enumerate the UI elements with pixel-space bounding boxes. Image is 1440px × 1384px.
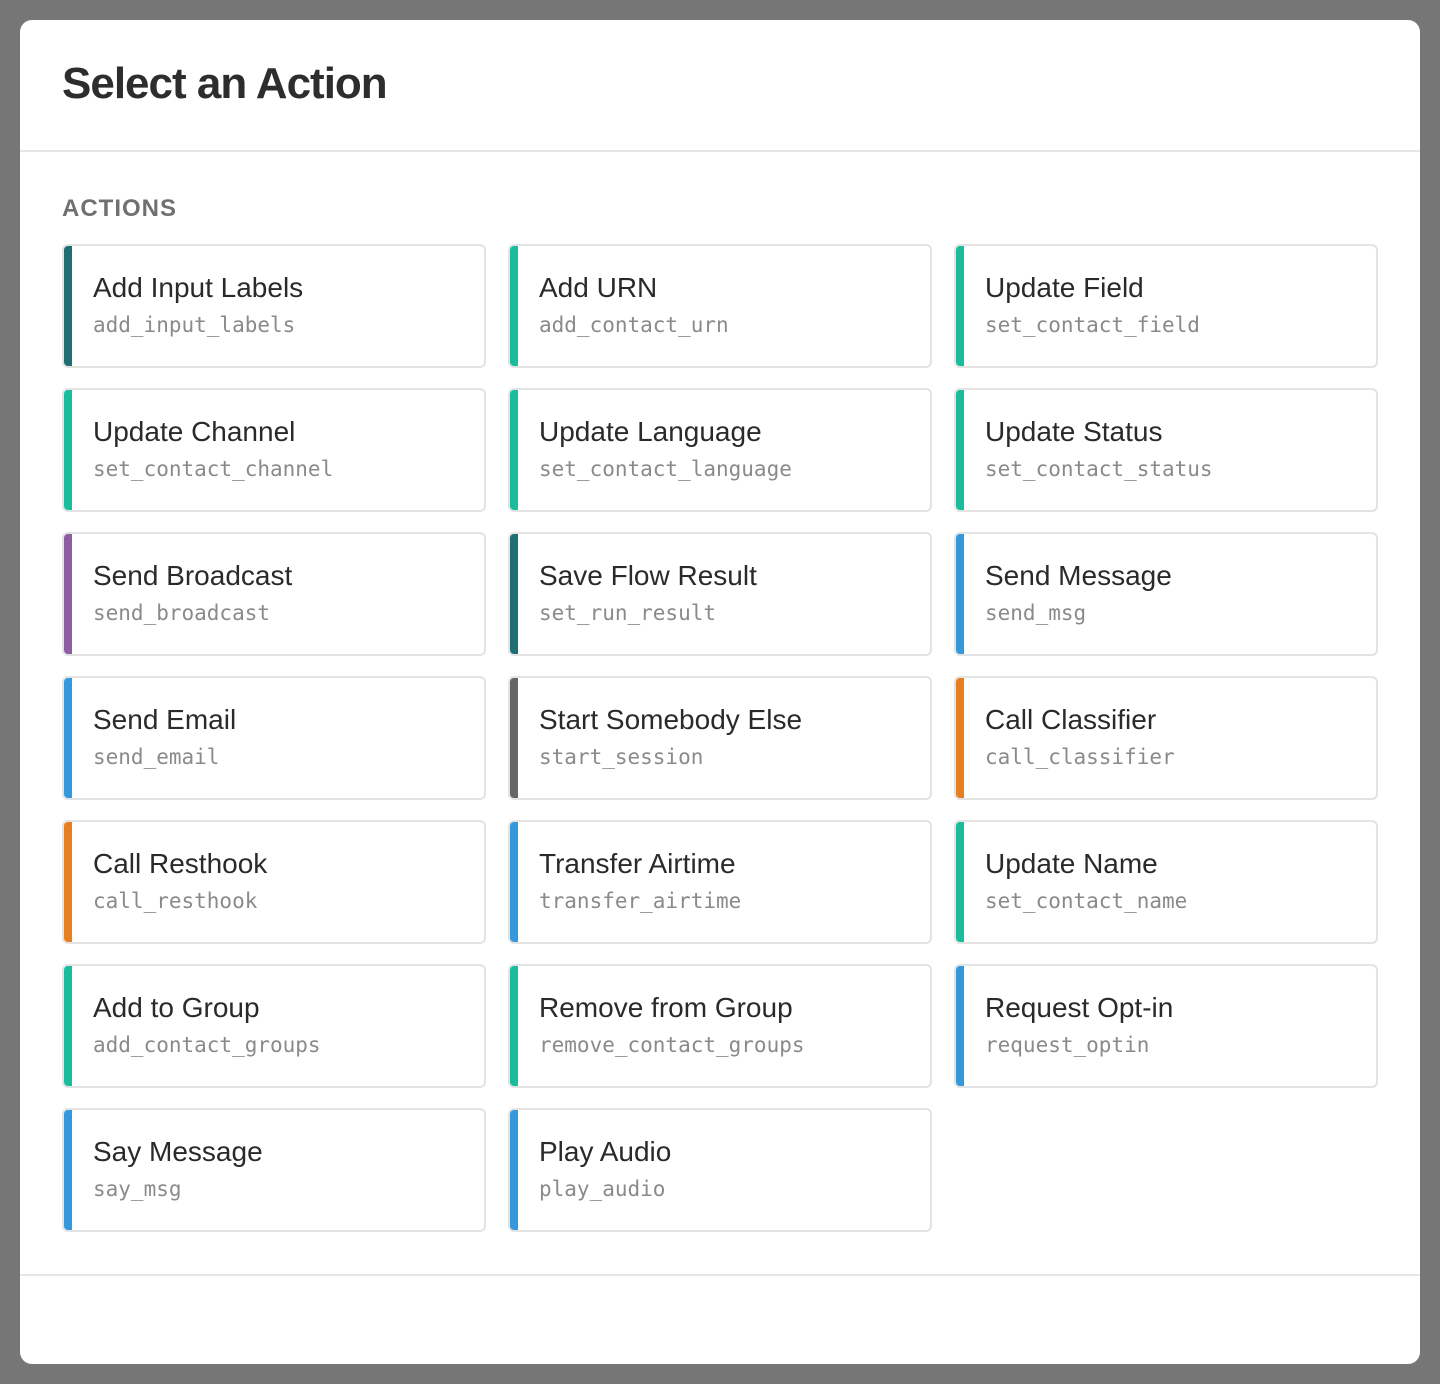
action-card-send-email[interactable]: Send Email send_email [62,676,486,800]
action-card-update-language[interactable]: Update Language set_contact_language [508,388,932,512]
action-color-bar [956,966,964,1086]
action-color-bar [510,534,518,654]
action-color-bar [510,1110,518,1230]
action-card-say-message[interactable]: Say Message say_msg [62,1108,486,1232]
action-code: set_contact_status [985,457,1213,481]
actions-section-title: ACTIONS [62,195,177,222]
action-name: Add URN [539,272,658,303]
action-name: Save Flow Result [539,560,757,591]
action-code: request_optin [985,1033,1150,1057]
action-card-send-message[interactable]: Send Message send_msg [954,532,1378,656]
action-color-bar [956,534,964,654]
action-card-send-broadcast[interactable]: Send Broadcast send_broadcast [62,532,486,656]
dialog-footer [20,1274,1420,1364]
action-code: send_msg [985,601,1087,625]
action-card-play-audio[interactable]: Play Audio play_audio [508,1108,932,1232]
action-name: Transfer Airtime [539,848,736,879]
action-color-bar [64,390,72,510]
action-card-add-urn[interactable]: Add URN add_contact_urn [508,244,932,368]
action-code: set_contact_channel [93,457,334,481]
action-name: Update Field [985,272,1144,303]
action-card-update-name[interactable]: Update Name set_contact_name [954,820,1378,944]
action-code: set_contact_name [985,889,1188,913]
action-color-bar [64,822,72,942]
action-code: set_contact_field [985,313,1200,337]
action-card-add-input-labels[interactable]: Add Input Labels add_input_labels [62,244,486,368]
action-color-bar [64,678,72,798]
action-name: Request Opt-in [985,992,1174,1023]
action-name: Play Audio [539,1136,672,1167]
action-card-add-to-group[interactable]: Add to Group add_contact_groups [62,964,486,1088]
action-name: Say Message [93,1136,263,1167]
action-code: add_contact_groups [93,1033,321,1057]
action-name: Call Resthook [93,848,268,879]
action-color-bar [510,822,518,942]
action-color-bar [64,246,72,366]
action-name: Send Message [985,560,1172,591]
action-name: Add to Group [93,992,260,1023]
action-card-start-somebody-else[interactable]: Start Somebody Else start_session [508,676,932,800]
action-color-bar [510,246,518,366]
action-color-bar [64,966,72,1086]
action-code: add_contact_urn [539,313,729,337]
action-name: Update Channel [93,416,296,447]
actions-grid: Add Input Labels add_input_labels Add UR… [62,244,1378,1232]
action-name: Call Classifier [985,704,1157,735]
dialog-header: Select an Action [20,20,1420,152]
action-code: remove_contact_groups [539,1033,805,1057]
action-code: start_session [539,745,704,769]
action-card-save-flow-result[interactable]: Save Flow Result set_run_result [508,532,932,656]
action-code: set_run_result [539,601,717,625]
action-code: say_msg [93,1177,182,1201]
action-card-update-field[interactable]: Update Field set_contact_field [954,244,1378,368]
action-name: Remove from Group [539,992,793,1023]
action-name: Update Name [985,848,1158,879]
action-color-bar [956,822,964,942]
action-color-bar [956,246,964,366]
action-name: Send Broadcast [93,560,293,591]
dialog-title: Select an Action [62,59,388,108]
action-card-request-opt-in[interactable]: Request Opt-in request_optin [954,964,1378,1088]
action-card-call-resthook[interactable]: Call Resthook call_resthook [62,820,486,944]
action-color-bar [510,966,518,1086]
action-code: send_broadcast [93,601,271,625]
action-code: call_classifier [985,745,1175,769]
action-code: add_input_labels [93,313,296,337]
action-color-bar [64,1110,72,1230]
action-name: Send Email [93,704,237,735]
action-code: set_contact_language [539,457,792,481]
action-color-bar [64,534,72,654]
action-card-call-classifier[interactable]: Call Classifier call_classifier [954,676,1378,800]
action-card-update-channel[interactable]: Update Channel set_contact_channel [62,388,486,512]
action-name: Update Language [539,416,762,447]
action-code: transfer_airtime [539,889,742,913]
action-color-bar [956,678,964,798]
action-card-transfer-airtime[interactable]: Transfer Airtime transfer_airtime [508,820,932,944]
action-color-bar [956,390,964,510]
select-action-dialog: Select an Action ACTIONS Add Input Label… [20,20,1420,1364]
action-code: send_email [93,745,220,769]
action-card-remove-from-group[interactable]: Remove from Group remove_contact_groups [508,964,932,1088]
action-color-bar [510,390,518,510]
action-name: Add Input Labels [93,272,304,303]
action-card-update-status[interactable]: Update Status set_contact_status [954,388,1378,512]
action-name: Start Somebody Else [539,704,803,735]
action-code: play_audio [539,1177,666,1201]
action-color-bar [510,678,518,798]
action-name: Update Status [985,416,1163,447]
action-code: call_resthook [93,889,258,913]
